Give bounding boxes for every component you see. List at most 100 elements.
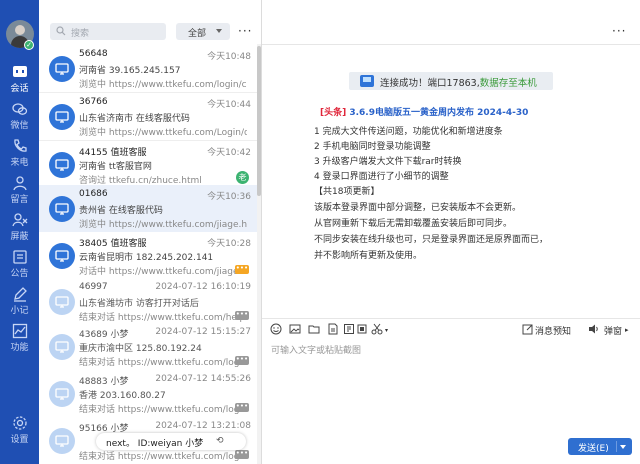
sidebar-item-label: 公告: [10, 269, 29, 279]
visitor-location: 香港 203.160.80.27: [79, 391, 166, 401]
conversation-item[interactable]: 36766 今天10:44 山东省济南市 在线客服代码 浏览中 https://www…: [39, 93, 257, 141]
typing-badge: •••: [235, 264, 249, 274]
conversation-item[interactable]: 43689 小梦 2024-07-12 15:15:27 重庆市渝中区 125.80…: [39, 323, 257, 371]
visitor-location: 云南省昆明市 182.245.202.141: [79, 253, 214, 263]
sidebar-item-label: 小记: [10, 306, 29, 316]
visitor-location: 贵州省 在线客服代码: [79, 206, 163, 216]
sidebar-item-block[interactable]: 屏蔽: [0, 212, 39, 248]
visitor-icon: [49, 334, 75, 360]
agent-status-text: next。 ID:weiyan 小梦: [106, 439, 204, 449]
conversation-time: 2024-07-12 13:21:08: [155, 421, 251, 431]
visitor-icon: [49, 243, 75, 269]
speaker-icon[interactable]: [588, 323, 600, 335]
block-icon: [11, 213, 27, 227]
connect-text: 连接成功！端口17863,: [380, 78, 480, 89]
visitor-icon: [49, 104, 75, 130]
visitor-id: 44155 值班客服: [79, 148, 147, 158]
visitor-id: 36766: [79, 97, 108, 107]
visitor-page: 浏览中 https://www.ttkefu.com/jiage.html: [79, 220, 247, 230]
send-separator: [616, 441, 617, 452]
emoji-icon[interactable]: [270, 323, 282, 335]
visitor-page: 结束对话 https://www.ttkefu.com/login/us: [79, 358, 247, 368]
news-line: 1 完成大文件传送问题，功能优化和新增进度条: [314, 127, 503, 137]
agent-status-bar: next。 ID:weiyan 小梦 ⟲: [96, 433, 246, 450]
sidebar-item-label: 来电: [10, 158, 29, 168]
returning-visitor-badge: 老: [236, 171, 249, 184]
message-preview-toggle[interactable]: 消息预知: [535, 324, 571, 337]
news-line: 该版本登录界面中部分调整，已安装版本不会更新。: [314, 203, 522, 213]
visitor-icon: [49, 381, 75, 407]
folder-icon[interactable]: [308, 323, 320, 335]
more-badge[interactable]: •••: [235, 356, 249, 365]
visitor-location: 河南省 39.165.245.157: [79, 66, 181, 76]
visitor-icon: [49, 428, 75, 454]
filter-dropdown[interactable]: 全部: [176, 23, 230, 40]
pane-divider[interactable]: [261, 0, 262, 464]
chevron-down-icon[interactable]: [620, 445, 626, 449]
conversation-item[interactable]: 01686 今天10:36 贵州省 在线客服代码浏览中 https://www.tt…: [39, 185, 257, 233]
chat-icon: [12, 66, 27, 77]
conversation-time: 今天10:28: [207, 239, 251, 249]
visitor-id: 56648: [79, 49, 108, 59]
news-tag: [头条]: [320, 108, 347, 118]
news-headline: [头条] 3.6.9电脑版五一黄金周内发布 2024-4-30: [320, 105, 528, 118]
news-line: 4 登录口界面进行了小细节的调整: [314, 172, 449, 182]
visitor-location: 重庆市渝中区 125.80.192.24: [79, 344, 202, 354]
monitor-icon: [360, 75, 374, 87]
sidebar-item-settings[interactable]: 设置: [0, 415, 39, 451]
conversation-time: 2024-07-12 15:15:27: [155, 327, 251, 337]
news-line: 并不影响所有更新及使用。: [314, 251, 423, 261]
list-more-button[interactable]: ···: [238, 24, 252, 38]
monitor-icon: [55, 63, 69, 75]
news-line: 不同步安装在线升级也可，只是登录界面还是原界面而已，: [314, 235, 549, 245]
visitor-icon: [49, 152, 75, 178]
sidebar-item-notice[interactable]: 公告: [0, 249, 39, 285]
screenshot-icon[interactable]: [356, 323, 368, 335]
more-badge[interactable]: •••: [235, 311, 249, 320]
refresh-icon[interactable]: ⟲: [216, 436, 224, 446]
sidebar-item-phone[interactable]: 来电: [0, 138, 39, 174]
conversation-time: 2024-07-12 16:10:19: [155, 282, 251, 292]
sidebar-item-label: 微信: [10, 121, 29, 131]
popup-toggle[interactable]: 弹窗: [604, 324, 622, 337]
conversation-time: 今天10:36: [207, 192, 251, 202]
message-icon: [12, 176, 27, 191]
history-icon[interactable]: [343, 323, 355, 335]
conversation-item[interactable]: 56648 今天10:48 河南省 39.165.245.157 浏览中 https:…: [39, 45, 257, 93]
visitor-id: 01686: [79, 189, 108, 199]
sidebar-item-message[interactable]: 留言: [0, 175, 39, 211]
sidebar-item-wechat[interactable]: 微信: [0, 101, 39, 137]
conversation-item[interactable]: 44155 值班客服 今天10:42 河南省 tt客服官网 咨询过 ttkefu.cn…: [39, 141, 257, 189]
scissors-icon[interactable]: [371, 323, 383, 335]
visitor-id: 46997: [79, 282, 108, 292]
conversation-time: 今天10:48: [207, 52, 251, 62]
phone-icon: [13, 139, 27, 152]
conversation-item[interactable]: 46997 2024-07-12 16:10:19 山东省潍坊市 访客打开对话后 结束…: [39, 278, 257, 326]
sidebar-item-chat[interactable]: 会话: [0, 64, 39, 100]
conversation-item[interactable]: 48883 小梦 2024-07-12 14:55:26 香港 203.160.80…: [39, 370, 257, 418]
file-icon[interactable]: [327, 323, 339, 335]
chevron-down-icon: [216, 29, 222, 33]
chart-icon: [12, 323, 27, 339]
conversation-item[interactable]: 38405 值班客服 今天10:28 云南省昆明市 182.245.202.141 对…: [39, 232, 257, 280]
message-input[interactable]: 可输入文字或粘贴截图: [271, 343, 361, 356]
more-badge[interactable]: •••: [235, 403, 249, 412]
chevron-right-icon[interactable]: ▸: [625, 326, 629, 334]
send-button[interactable]: 发送(E): [568, 438, 632, 455]
sidebar-item-note[interactable]: 小记: [0, 286, 39, 322]
image-icon[interactable]: [289, 323, 301, 335]
news-line: 2 手机电脑同时登录功能调整: [314, 142, 431, 152]
toolbar-divider: [262, 318, 640, 319]
search-input[interactable]: 搜索: [50, 23, 166, 40]
sidebar-item-function[interactable]: 功能: [0, 323, 39, 359]
visitor-id: 43689 小梦: [79, 330, 129, 340]
chat-more-button[interactable]: ···: [612, 24, 626, 38]
scissors-dropdown-icon[interactable]: ▾: [385, 327, 388, 334]
monitor-icon: [55, 250, 69, 262]
conversation-time: 今天10:44: [207, 100, 251, 110]
more-badge[interactable]: •••: [235, 450, 249, 459]
conversation-time: 2024-07-12 14:55:26: [155, 374, 251, 384]
send-button-label: 发送(E): [578, 444, 609, 454]
news-title[interactable]: 3.6.9电脑版五一黄金周内发布 2024-4-30: [346, 108, 528, 118]
sidebar-item-label: 功能: [10, 343, 29, 353]
